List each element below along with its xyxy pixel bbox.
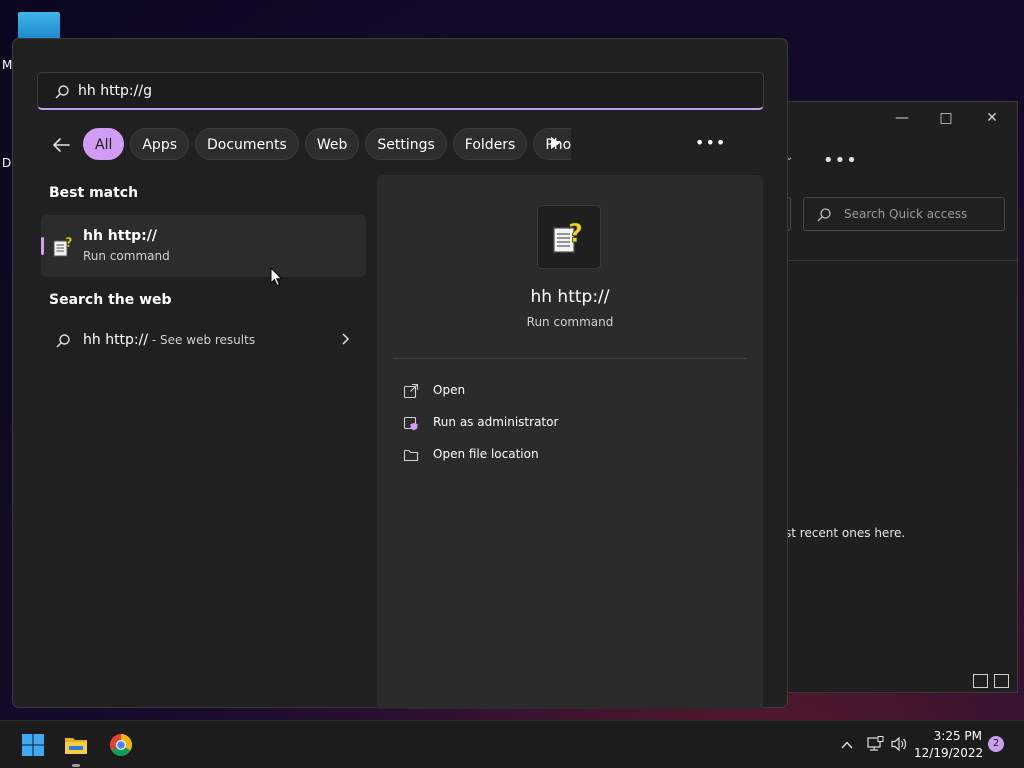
search-placeholder: Search Quick access [844,207,968,221]
selection-indicator [41,237,44,255]
open-file-location-label: Open file location [433,447,539,461]
tab-apps[interactable]: Apps [130,128,190,160]
tab-all[interactable]: All [83,128,125,160]
search-web-heading: Search the web [49,292,172,308]
web-result-label: hh http:// - See web results [83,332,255,348]
open-external-icon [403,383,419,399]
web-result-suffix: - See web results [148,333,256,347]
clock-date[interactable]: 12/19/2022 [914,746,983,760]
run-as-admin-label: Run as administrator [433,415,559,429]
empty-recent-message: st recent ones here. [785,526,906,540]
windows-start-icon[interactable] [21,733,45,757]
notification-badge[interactable]: 2 [988,736,1004,752]
search-panel: All Apps Documents Web Settings Folders … [12,38,788,709]
search-icon [55,85,69,99]
web-result-query: hh http:// [83,332,149,348]
run-as-admin-action[interactable]: Run as administrator [403,413,703,433]
open-label: Open [433,383,466,397]
more-options-button[interactable]: ••• [695,133,726,152]
best-match-result[interactable]: ? hh http:// Run command [41,215,366,277]
clock-time[interactable]: 3:25 PM [920,729,982,743]
divider [771,260,1019,261]
search-icon [817,208,831,222]
web-result[interactable]: hh http:// - See web results [41,319,366,359]
chevron-right-icon[interactable] [339,333,351,345]
quick-access-search-input[interactable]: Search Quick access [803,197,1005,231]
desktop-icon[interactable] [18,12,60,40]
running-indicator [72,764,80,767]
minimize-icon[interactable]: — [887,108,917,128]
tab-documents[interactable]: Documents [195,128,299,160]
network-icon[interactable] [866,736,884,752]
desktop-label: D [2,156,12,170]
help-file-icon: ? [53,236,73,257]
desktop-label: M [2,58,13,72]
show-hidden-icons-chevron-icon[interactable] [840,738,854,752]
tab-folders[interactable]: Folders [452,128,528,160]
tab-web[interactable]: Web [304,128,360,160]
file-explorer-icon[interactable] [64,733,88,757]
result-subtitle: Run command [83,249,170,263]
details-pane: ? hh http:// Run command Open Run as adm… [377,175,763,709]
scroll-filters-right-icon[interactable] [551,137,560,149]
chrome-icon[interactable] [109,733,133,757]
maximize-icon[interactable]: □ [931,108,961,128]
more-options-button[interactable]: ••• [823,150,858,171]
file-explorer-window: — □ ✕ ⌄ ••• Search Quick access st recen… [770,101,1019,693]
search-icon [56,334,70,348]
close-icon[interactable]: ✕ [977,108,1007,128]
result-title: hh http:// [83,228,158,244]
details-title: hh http:// [530,287,610,307]
search-box[interactable] [37,72,764,110]
app-preview-icon: ? [537,205,601,269]
details-subtitle: Run command [526,315,614,329]
search-input[interactable] [78,77,738,105]
help-file-icon: ? [553,219,583,253]
folder-icon [403,449,419,462]
best-match-heading: Best match [49,185,139,201]
admin-shield-icon [403,416,418,431]
tab-settings[interactable]: Settings [365,128,447,160]
svg-text:?: ? [568,219,583,249]
tiles-view-icon[interactable] [994,674,1009,688]
details-view-icon[interactable] [973,674,988,688]
open-action[interactable]: Open [403,381,703,401]
filter-tabs: All Apps Documents Web Settings Folders … [83,128,572,160]
volume-icon[interactable] [890,736,908,752]
divider [393,358,747,359]
mouse-cursor-icon [270,267,283,287]
taskbar: 3:25 PM 12/19/2022 2 [0,720,1024,768]
open-file-location-action[interactable]: Open file location [403,445,703,465]
svg-text:?: ? [65,236,73,251]
back-arrow-icon[interactable] [49,133,73,157]
